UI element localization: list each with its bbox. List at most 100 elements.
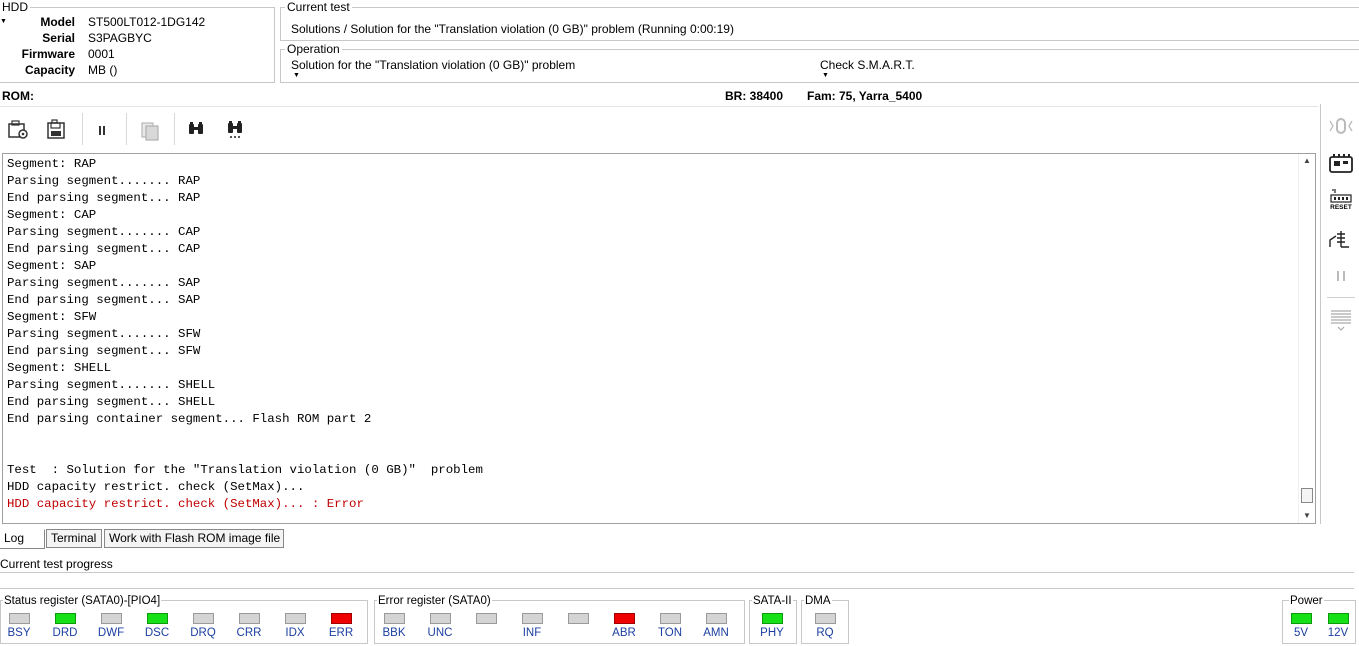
scrollbar-thumb[interactable] (1301, 488, 1313, 503)
led-inf (522, 613, 543, 624)
baud-rate-label: BR: 38400 (725, 89, 784, 103)
led-label: ERR (328, 627, 354, 639)
current-test-progress-label: Current test progress (0, 557, 113, 571)
hdd-capacity-label: Capacity (24, 63, 75, 77)
sata-title: SATA-II (752, 595, 793, 607)
led-label: ABR (612, 627, 636, 639)
led-label: BBK (382, 627, 406, 639)
save-drive-icon[interactable] (42, 116, 70, 144)
toolbar-separator (174, 113, 175, 145)
hdd-firmware-row: Firmware 0001 (0, 47, 270, 63)
status-register-title: Status register (SATA0)-[PIO4] (3, 595, 162, 607)
power-panel: Power 5V 12V (1282, 595, 1356, 644)
led-label: BSY (7, 627, 31, 639)
log-line: End parsing segment... RAP (7, 191, 201, 205)
hdd-serial-label: Serial (42, 31, 75, 45)
board-icon[interactable] (1326, 150, 1356, 178)
led-phy (762, 613, 783, 624)
power-title: Power (1289, 595, 1324, 607)
led-label: DRD (52, 627, 78, 639)
current-test-panel: Current test Solutions / Solution for th… (280, 0, 1359, 41)
log-line: End parsing segment... SFW (7, 344, 201, 358)
current-test-title: Current test (285, 0, 352, 14)
copy-icon[interactable] (136, 116, 164, 144)
log-line: Segment: RAP (7, 157, 97, 171)
log-line: End parsing segment... SHELL (7, 395, 216, 409)
hdd-capacity-value: MB () (88, 63, 118, 77)
log-line: End parsing container segment... Flash R… (7, 412, 372, 426)
log-scrollbar[interactable]: ▲ ▼ (1298, 154, 1315, 523)
tab-log[interactable]: Log (0, 529, 45, 549)
power-toggle-icon[interactable] (1326, 112, 1356, 140)
led-12v (1328, 613, 1349, 624)
log-toolbar (0, 106, 1318, 150)
led-label: TON (657, 627, 683, 639)
rom-info-bar: ROM: BR: 38400 Fam: 75, Yarra_5400 (0, 86, 1320, 104)
operation-left-dropdown-icon[interactable]: ▼ (293, 72, 300, 79)
operation-panel: Operation Solution for the "Translation … (280, 42, 1359, 83)
led-bsy (9, 613, 30, 624)
list-icon[interactable] (1326, 306, 1356, 334)
log-lines: Segment: RAP Parsing segment....... RAP En… (7, 156, 483, 513)
scroll-down-icon[interactable]: ▼ (1303, 511, 1311, 520)
settings-drive-icon[interactable] (4, 116, 32, 144)
led-ton (660, 613, 681, 624)
hdd-serial-value: S3PAGBYC (88, 31, 152, 45)
led-rq (815, 613, 836, 624)
tab-terminal[interactable]: Terminal (46, 529, 102, 548)
led-err (331, 613, 352, 624)
error-register-panel: Error register (SATA0) BBK UNC INF ABR TON AM… (374, 595, 745, 644)
led-label: UNC (427, 627, 453, 639)
family-label: Fam: 75, Yarra_5400 (807, 89, 923, 103)
log-line-error: HDD capacity restrict. check (SetMax)...… (7, 497, 364, 511)
log-output-panel[interactable]: Segment: RAP Parsing segment....... RAP En… (2, 153, 1316, 524)
led-crr (239, 613, 260, 624)
led-label: AMN (703, 627, 729, 639)
led-5v (1291, 613, 1312, 624)
operation-right-text: Check S.M.A.R.T. (820, 58, 915, 72)
progress-bar (0, 588, 1354, 589)
led-unused-2 (476, 613, 497, 624)
log-line: Parsing segment....... RAP (7, 174, 201, 188)
led-unc (430, 613, 451, 624)
operation-left-text: Solution for the "Translation violation … (291, 58, 576, 72)
log-line: Segment: SHELL (7, 361, 112, 375)
toolbar-separator (126, 113, 127, 145)
operation-title: Operation (285, 42, 342, 56)
hdd-info-panel: HDD ▼ Model ST500LT012-1DG142 Serial S3P… (0, 0, 275, 83)
led-label: DSC (144, 627, 170, 639)
dma-title: DMA (804, 595, 832, 607)
led-label: 5V (1293, 627, 1309, 639)
led-amn (706, 613, 727, 624)
relay-icon[interactable] (1326, 226, 1356, 254)
log-line: HDD capacity restrict. check (SetMax)... (7, 480, 305, 494)
pause-icon[interactable] (88, 116, 116, 144)
progress-divider (0, 572, 1354, 573)
led-label: 12V (1327, 627, 1349, 639)
hdd-capacity-row: Capacity MB () (0, 63, 270, 79)
scroll-up-icon[interactable]: ▲ (1303, 156, 1311, 165)
dma-panel: DMA RQ (801, 595, 849, 644)
hdd-serial-row: Serial S3PAGBYC (0, 31, 270, 47)
led-drd (55, 613, 76, 624)
log-line: Parsing segment....... SAP (7, 276, 201, 290)
tab-flash-rom-image[interactable]: Work with Flash ROM image file (104, 529, 284, 548)
status-register-panel: Status register (SATA0)-[PIO4] BSY DRD DWF… (0, 595, 368, 644)
led-label: PHY (760, 627, 784, 639)
reset-icon[interactable]: RESET (1326, 186, 1356, 214)
led-unused-4 (568, 613, 589, 624)
find-icon[interactable] (182, 116, 210, 144)
sidebar-pause-icon[interactable] (1326, 262, 1356, 290)
log-line: Parsing segment....... CAP (7, 225, 201, 239)
led-label: DWF (97, 627, 125, 639)
find-next-icon[interactable] (221, 116, 249, 144)
led-label: INF (522, 627, 542, 639)
hdd-panel-title: HDD (0, 0, 30, 14)
led-label: IDX (285, 627, 305, 639)
log-line: Segment: CAP (7, 208, 97, 222)
led-abr (614, 613, 635, 624)
operation-right-dropdown-icon[interactable]: ▼ (822, 72, 829, 79)
hdd-model-value: ST500LT012-1DG142 (88, 15, 206, 29)
sata-panel: SATA-II PHY (749, 595, 797, 644)
